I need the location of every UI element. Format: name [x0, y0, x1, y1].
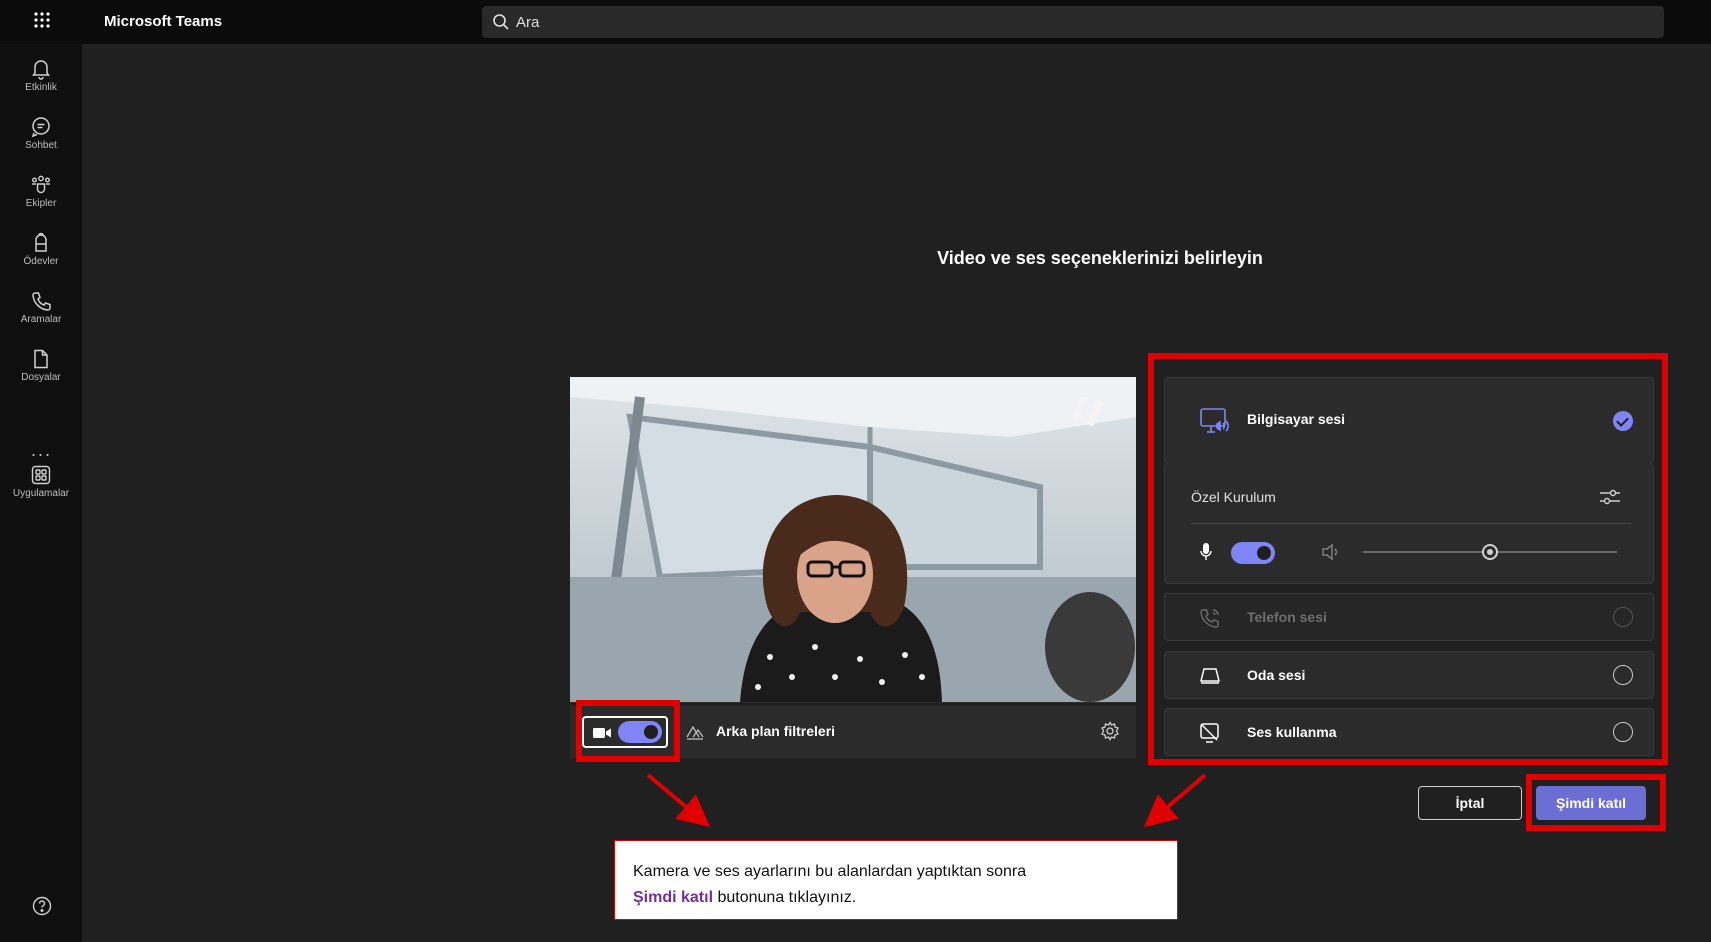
rail-item-label: Sohbet [25, 140, 57, 151]
device-settings-icon[interactable] [1100, 721, 1120, 741]
annotation-box-join [1526, 774, 1666, 831]
rail-item-label: Aramalar [20, 314, 62, 325]
instruction-callout: Kamera ve ses ayarlarını bu alanlardan y… [614, 840, 1178, 920]
teams-icon [32, 175, 50, 194]
rail-item-label: Etkinlik [25, 82, 57, 93]
app-rail: Etkinlik Sohbet Ekipler Ödevler Aramalar… [0, 44, 82, 942]
chat-icon [31, 117, 50, 138]
callout-line-2-rest: butonuna tıklayınız. [713, 889, 857, 906]
rail-item-teams[interactable]: Ekipler [0, 168, 82, 224]
rail-item-label: Ekipler [25, 198, 57, 209]
app-title: Microsoft Teams [104, 13, 223, 30]
page-title: Video ve ses seçeneklerinizi belirleyin [937, 248, 1263, 268]
annotation-box-audio [1148, 353, 1668, 765]
rail-item-label: Ödevler [23, 256, 59, 267]
rail-item-activity[interactable]: Etkinlik [0, 52, 82, 108]
top-bar: Microsoft Teams [0, 0, 1711, 44]
callout-line-1: Kamera ve ses ayarlarını bu alanlardan y… [633, 863, 1027, 880]
callout-highlight: Şimdi katıl [633, 889, 714, 906]
camera-preview-image [570, 377, 1136, 702]
app-launcher-icon[interactable] [29, 10, 55, 36]
search-box[interactable] [482, 6, 1664, 38]
rail-item-files[interactable]: Dosyalar [0, 342, 82, 398]
rail-item-label: Dosyalar [21, 372, 61, 383]
rail-item-assignments[interactable]: Ödevler [0, 226, 82, 282]
background-filters-button[interactable]: Arka plan filtreleri [716, 723, 835, 739]
background-filter-icon [686, 725, 704, 740]
apps-icon [31, 465, 51, 485]
bell-icon [32, 60, 50, 80]
rail-item-apps[interactable]: Uygulamalar [0, 458, 82, 514]
camera-preview [570, 377, 1136, 702]
file-icon [34, 349, 48, 369]
search-input[interactable] [516, 6, 1616, 38]
cancel-button[interactable]: İptal [1418, 786, 1522, 820]
rail-item-chat[interactable]: Sohbet [0, 110, 82, 166]
search-icon [493, 14, 509, 30]
rail-item-calls[interactable]: Aramalar [0, 284, 82, 340]
video-preview-card [570, 377, 1136, 703]
rail-item-label: Uygulamalar [12, 488, 70, 499]
annotation-box-camera [576, 700, 680, 762]
phone-icon [32, 292, 51, 311]
help-icon[interactable] [32, 896, 52, 916]
callout-line-2: Şimdi katıl butonuna tıklayınız. [633, 885, 1159, 911]
assignments-icon [35, 232, 47, 252]
